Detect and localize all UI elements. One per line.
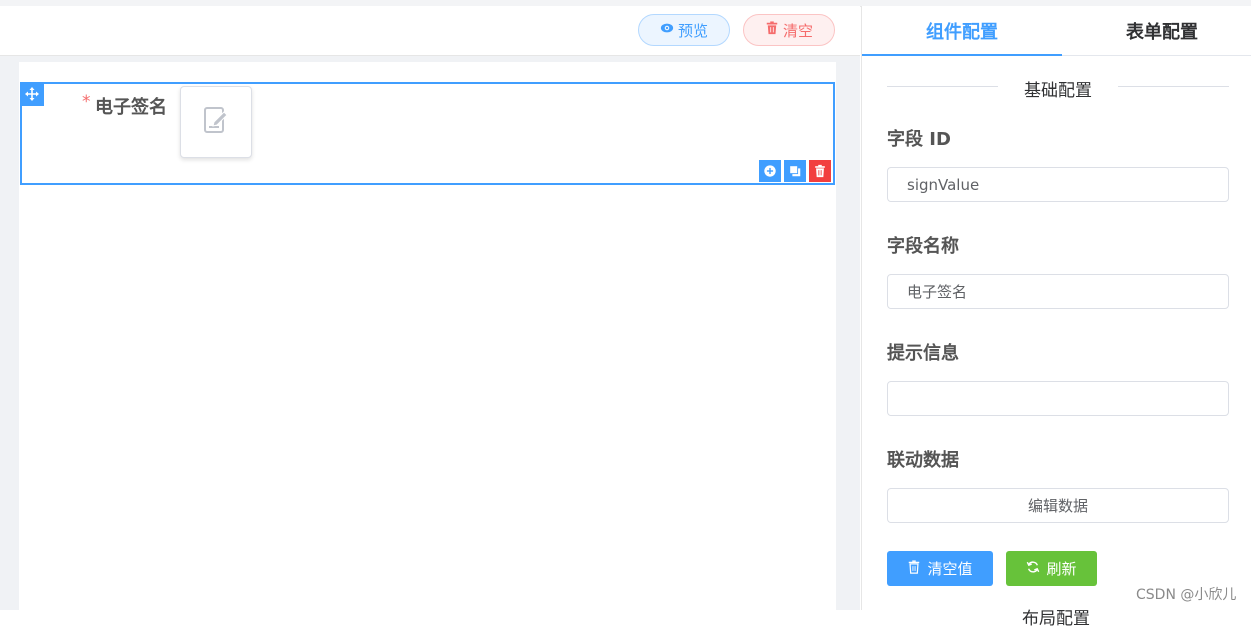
move-icon[interactable]: [20, 82, 44, 106]
config-panel: 组件配置 表单配置 基础配置 字段 ID 字段名称 提示信息 联动数据 编辑数据…: [861, 6, 1251, 629]
field-id-input[interactable]: [887, 167, 1229, 202]
copy-icon[interactable]: [784, 160, 806, 182]
designer-toolbar: 预览 清空: [0, 6, 860, 56]
delete-icon[interactable]: [809, 160, 831, 182]
section-divider: 基础配置: [887, 76, 1229, 101]
signature-field-item[interactable]: * 电子签名: [20, 82, 835, 185]
signature-pad[interactable]: [180, 86, 252, 158]
preview-button[interactable]: 预览: [638, 14, 730, 46]
eye-icon: [660, 21, 674, 39]
clear-value-button[interactable]: 清空值: [887, 551, 993, 586]
clear-label: 清空: [782, 21, 813, 40]
refresh-button[interactable]: 刷新: [1006, 551, 1097, 586]
trash-icon: [765, 21, 779, 39]
watermark: CSDN @小欣儿: [1136, 587, 1237, 603]
hint-label: 提示信息: [887, 343, 959, 364]
field-id-label: 字段 ID: [887, 129, 951, 150]
next-section-title: 布局配置: [1022, 609, 1090, 629]
tab-form-config[interactable]: 表单配置: [1062, 6, 1251, 55]
tab-component-config[interactable]: 组件配置: [862, 6, 1062, 56]
config-tabs: 组件配置 表单配置: [862, 6, 1251, 56]
clear-button[interactable]: 清空: [743, 14, 835, 46]
trash-icon: [907, 559, 921, 578]
refresh-icon: [1026, 560, 1040, 578]
hint-input[interactable]: [887, 381, 1229, 416]
required-mark: *: [82, 92, 91, 112]
designer-area: 预览 清空 * 电子签名: [0, 6, 860, 616]
clear-value-label: 清空值: [927, 560, 973, 578]
field-name-input[interactable]: [887, 274, 1229, 309]
section-title: 基础配置: [1024, 81, 1092, 101]
add-icon[interactable]: [759, 160, 781, 182]
field-name-label: 字段名称: [887, 236, 959, 257]
edit-data-button[interactable]: 编辑数据: [887, 488, 1229, 523]
preview-label: 预览: [677, 21, 708, 40]
form-canvas: * 电子签名: [19, 62, 836, 616]
refresh-label: 刷新: [1046, 560, 1077, 578]
linked-data-label: 联动数据: [887, 450, 959, 471]
signature-icon: [202, 106, 230, 138]
field-label: 电子签名: [95, 97, 167, 118]
